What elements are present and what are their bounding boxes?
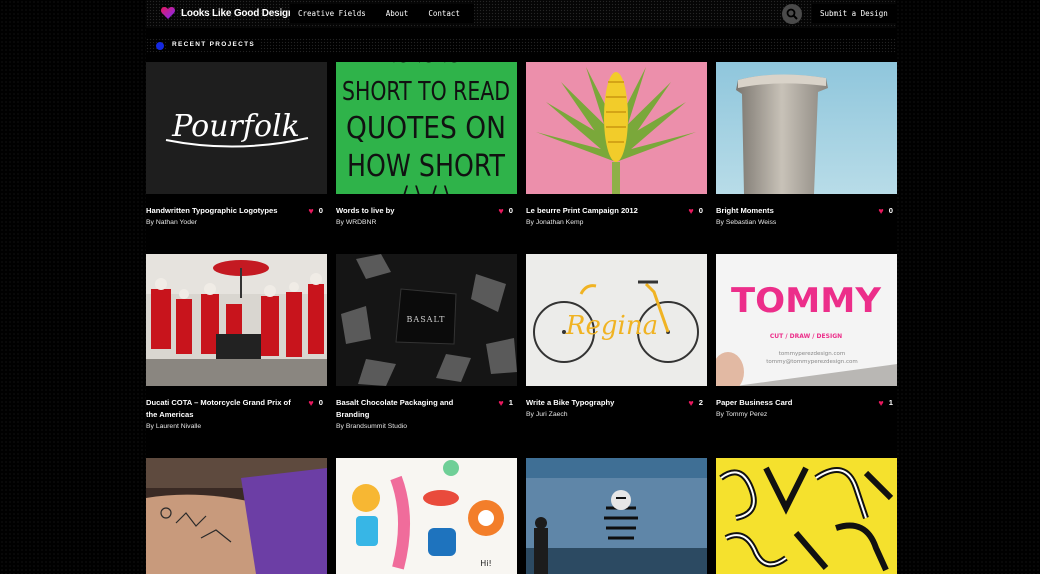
project-title[interactable]: Basalt Chocolate Packaging and Branding	[336, 397, 486, 421]
like-count: 0	[318, 206, 323, 215]
like-count: 1	[508, 398, 513, 407]
project-title[interactable]: Ducati COTA – Motorcycle Grand Prix of t…	[146, 397, 296, 421]
project-author[interactable]: By Laurent Nivalle	[146, 423, 201, 430]
project-author[interactable]: By Sebastian Weiss	[716, 219, 776, 226]
thumb-bike-word: Regina	[565, 311, 658, 341]
heart-icon: ♥	[878, 398, 884, 408]
like-count: 0	[888, 206, 893, 215]
project-thumbnail[interactable]: ~ ~ ~ SHORT TO READ QUOTES ON HOW SHORT …	[336, 62, 517, 194]
nav-contact[interactable]: Contact	[428, 9, 460, 18]
thumb-quote-line: SHORT TO READ	[342, 77, 510, 107]
like-count: 0	[508, 206, 513, 215]
project-card: Hi!	[336, 458, 517, 574]
project-author[interactable]: By Tommy Perez	[716, 411, 767, 418]
heart-icon: ♥	[688, 206, 694, 216]
like-count: 0	[318, 398, 323, 407]
like-button[interactable]: ♥ 0	[308, 397, 323, 409]
background-texture-left	[0, 0, 146, 574]
section-dot-icon	[156, 42, 164, 50]
section-title: RECENT PROJECTS	[168, 40, 260, 49]
site-logo[interactable]: Looks Like Good Design	[160, 5, 294, 21]
project-card: Ducati COTA – Motorcycle Grand Prix of t…	[146, 254, 327, 430]
heart-icon: ♥	[878, 206, 884, 216]
project-thumbnail[interactable]	[716, 62, 897, 194]
project-thumbnail[interactable]	[526, 62, 707, 194]
project-title[interactable]: Handwritten Typographic Logotypes	[146, 205, 296, 217]
search-icon	[786, 8, 798, 20]
project-author[interactable]: By Juri Zaech	[526, 411, 568, 418]
project-card: Pourfolk Handwritten Typographic Logotyp…	[146, 62, 327, 226]
project-title[interactable]: Write a Bike Typography	[526, 397, 676, 409]
like-button[interactable]: ♥ 0	[498, 205, 513, 217]
project-thumbnail[interactable]: Hi!	[336, 458, 517, 574]
project-thumbnail[interactable]	[146, 458, 327, 574]
thumb-card-mail: tommy@tommyperezdesign.com	[766, 359, 858, 365]
like-button[interactable]: ♥ 0	[308, 205, 323, 217]
project-title[interactable]: Le beurre Print Campaign 2012	[526, 205, 676, 217]
like-button[interactable]: ♥ 1	[878, 397, 893, 409]
project-card	[526, 458, 707, 574]
project-card: Bright Moments ♥ 0 By Sebastian Weiss	[716, 62, 897, 226]
thumb-quote-line: HOW SHORT	[347, 149, 506, 184]
like-button[interactable]: ♥ 1	[498, 397, 513, 409]
project-card: BASALT Basalt Chocolate Packaging and Br…	[336, 254, 517, 430]
project-thumbnail[interactable]: Pourfolk	[146, 62, 327, 194]
project-thumbnail[interactable]: BASALT	[336, 254, 517, 386]
project-title[interactable]: Words to live by	[336, 205, 486, 217]
project-thumbnail[interactable]	[146, 254, 327, 386]
svg-text:~ ~ ~: ~ ~ ~	[391, 62, 460, 74]
project-title[interactable]: Paper Business Card	[716, 397, 866, 409]
thumb-logo-text: Pourfolk	[171, 109, 300, 144]
heart-icon: ♥	[498, 398, 504, 408]
thumb-illustration-text: Hi!	[480, 559, 491, 568]
nav-about[interactable]: About	[386, 9, 409, 18]
project-author[interactable]: By Nathan Yoder	[146, 219, 197, 226]
like-button[interactable]: ♥ 0	[688, 205, 703, 217]
heart-icon: ♥	[498, 206, 504, 216]
heart-logo-icon	[160, 5, 176, 21]
like-count: 0	[698, 206, 703, 215]
thumb-quote-line: QUOTES ON	[346, 111, 506, 146]
project-card: Regina Write a Bike Typography ♥ 2 By Ju…	[526, 254, 707, 418]
thumb-card-logo: TOMMY	[731, 281, 881, 321]
search-button[interactable]	[782, 4, 802, 24]
thumb-card-web: tommyperezdesign.com	[779, 351, 846, 357]
background-texture-right	[896, 0, 1040, 574]
like-count: 1	[888, 398, 893, 407]
project-card: TOMMY CUT / DRAW / DESIGN tommyperezdesi…	[716, 254, 897, 418]
project-author[interactable]: By Jonathan Kemp	[526, 219, 583, 226]
project-thumbnail[interactable]: Regina	[526, 254, 707, 386]
thumb-card-tagline: CUT / DRAW / DESIGN	[770, 333, 842, 340]
section-header: RECENT PROJECTS	[146, 38, 896, 54]
like-button[interactable]: ♥ 2	[688, 397, 703, 409]
project-title[interactable]: Bright Moments	[716, 205, 866, 217]
project-author[interactable]: By WRDBNR	[336, 219, 376, 226]
submit-design-button[interactable]: Submit a Design	[812, 4, 896, 23]
thumb-brand-text: BASALT	[407, 315, 446, 324]
project-card	[716, 458, 897, 574]
site-name: Looks Like Good Design	[181, 7, 294, 19]
site-header: Looks Like Good Design Creative Fields A…	[146, 0, 896, 28]
project-card	[146, 458, 327, 574]
svg-text:/ \ / \: / \ / \	[401, 183, 452, 194]
like-count: 2	[698, 398, 703, 407]
like-button[interactable]: ♥ 0	[878, 205, 893, 217]
heart-icon: ♥	[308, 398, 314, 408]
main-nav: Creative Fields About Contact	[290, 4, 474, 23]
project-thumbnail[interactable]	[716, 458, 897, 574]
project-author[interactable]: By Brandsummit Studio	[336, 423, 407, 430]
project-thumbnail[interactable]	[526, 458, 707, 574]
project-card: ~ ~ ~ SHORT TO READ QUOTES ON HOW SHORT …	[336, 62, 517, 226]
project-card: Le beurre Print Campaign 2012 ♥ 0 By Jon…	[526, 62, 707, 226]
project-thumbnail[interactable]: TOMMY CUT / DRAW / DESIGN tommyperezdesi…	[716, 254, 897, 386]
heart-icon: ♥	[308, 206, 314, 216]
heart-icon: ♥	[688, 398, 694, 408]
nav-creative-fields[interactable]: Creative Fields	[298, 9, 366, 18]
